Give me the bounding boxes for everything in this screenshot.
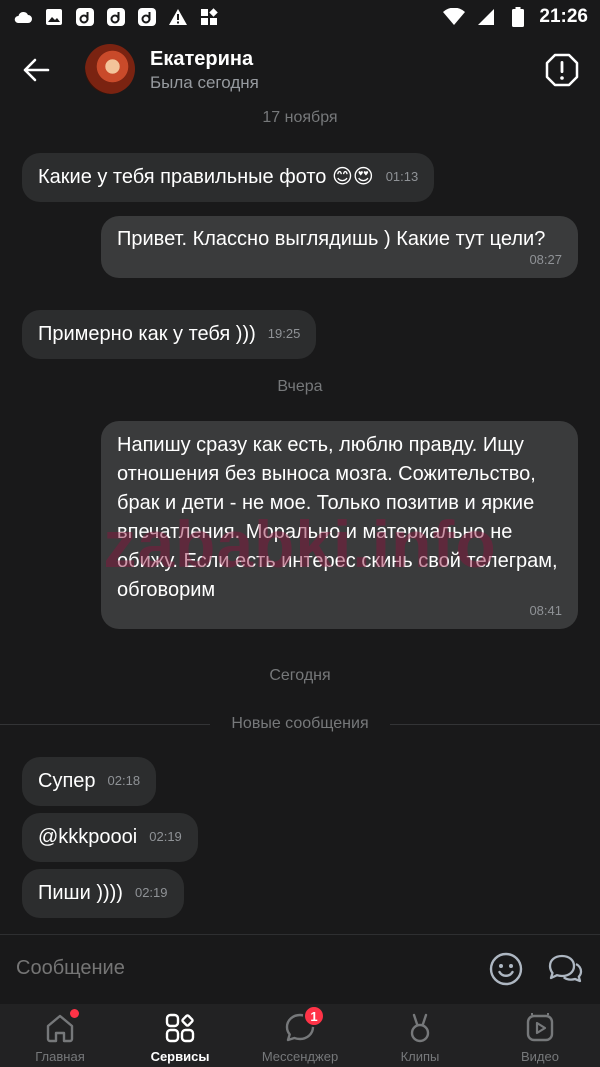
tab-label: Главная — [35, 1049, 85, 1064]
tab-messenger[interactable]: 1 Мессенджер — [240, 1004, 360, 1067]
unread-badge: 1 — [303, 1005, 325, 1027]
apps-grid-icon — [198, 6, 220, 28]
status-clock: 21:26 — [539, 6, 588, 27]
message-text: @kkkpoooi — [38, 826, 138, 848]
clips-icon — [403, 1011, 437, 1045]
message-time: 02:19 — [134, 885, 168, 900]
app-d-icon — [105, 6, 127, 28]
message-outgoing[interactable]: Привет. Классно выглядишь ) Какие тут це… — [101, 216, 578, 278]
tab-services[interactable]: Сервисы — [120, 1004, 240, 1067]
bottom-tabbar: Главная Сервисы 1 Мессенджер Клипы Видео — [0, 1004, 600, 1067]
tab-home[interactable]: Главная — [0, 1004, 120, 1067]
back-button[interactable] — [18, 54, 54, 86]
chat-bubbles-icon — [548, 954, 583, 983]
message-text: Примерно как у тебя ))) — [38, 323, 256, 345]
date-separator: Вчера — [277, 378, 323, 395]
message-text: Напишу сразу как есть, люблю правду. Ищу… — [117, 434, 558, 601]
message-text: Супер — [38, 770, 96, 792]
message-time: 01:13 — [385, 169, 419, 184]
chat-options-button[interactable] — [546, 951, 584, 987]
message-incoming[interactable]: Пиши )))) 02:19 — [22, 869, 184, 918]
report-button[interactable] — [544, 52, 580, 88]
message-incoming[interactable]: Супер 02:18 — [22, 757, 157, 806]
message-input[interactable] — [16, 957, 416, 980]
home-icon — [43, 1009, 79, 1045]
message-time: 19:25 — [267, 326, 301, 341]
date-separator: 17 ноября — [262, 109, 338, 126]
message-time: 02:19 — [149, 829, 182, 844]
warning-icon — [167, 6, 189, 28]
contact-name[interactable]: Екатерина — [150, 48, 253, 71]
avatar[interactable] — [85, 44, 135, 94]
date-separator: Сегодня — [269, 667, 331, 684]
message-time: 08:41 — [529, 603, 562, 618]
battery-icon — [507, 6, 529, 28]
message-outgoing[interactable]: Напишу сразу как есть, люблю правду. Ищу… — [101, 421, 578, 629]
notification-icons — [12, 6, 220, 28]
message-text: Какие у тебя правильные фото 😊😍 — [38, 166, 374, 188]
tab-label: Сервисы — [150, 1049, 210, 1064]
new-messages-label: Новые сообщения — [231, 715, 369, 732]
services-icon — [163, 1011, 197, 1045]
message-time: 02:18 — [107, 773, 141, 788]
message-text: Пиши )))) — [38, 882, 123, 904]
tab-video[interactable]: Видео — [480, 1004, 600, 1067]
messenger-icon: 1 — [283, 1005, 325, 1045]
message-incoming[interactable]: Примерно как у тебя ))) 19:25 — [22, 310, 317, 359]
message-text: Привет. Классно выглядишь ) Какие тут це… — [117, 228, 546, 250]
new-messages-separator: Новые сообщения — [0, 713, 600, 735]
contact-status: Была сегодня — [150, 73, 259, 92]
signal-icon — [475, 6, 497, 28]
message-time: 08:27 — [529, 252, 562, 267]
message-incoming[interactable]: @kkkpoooi 02:19 — [22, 813, 198, 862]
smile-icon — [489, 952, 523, 986]
app-d-icon — [74, 6, 96, 28]
image-icon — [43, 6, 65, 28]
status-bar: 21:26 — [0, 0, 600, 34]
cloud-icon — [12, 6, 34, 28]
report-warning-icon — [545, 53, 579, 87]
message-incoming[interactable]: Какие у тебя правильные фото 😊😍 01:13 — [22, 153, 435, 202]
emoji-button[interactable] — [488, 951, 524, 987]
arrow-left-icon — [23, 58, 50, 82]
wifi-icon — [443, 6, 466, 28]
app-d-icon — [136, 6, 158, 28]
video-icon — [523, 1011, 557, 1045]
notification-dot — [70, 1009, 79, 1018]
tab-label: Мессенджер — [261, 1049, 339, 1064]
tab-label: Видео — [521, 1049, 559, 1064]
message-composer — [0, 934, 600, 1004]
tab-clips[interactable]: Клипы — [360, 1004, 480, 1067]
tab-label: Клипы — [400, 1049, 440, 1064]
chat-header: Екатерина Была сегодня — [0, 34, 600, 106]
